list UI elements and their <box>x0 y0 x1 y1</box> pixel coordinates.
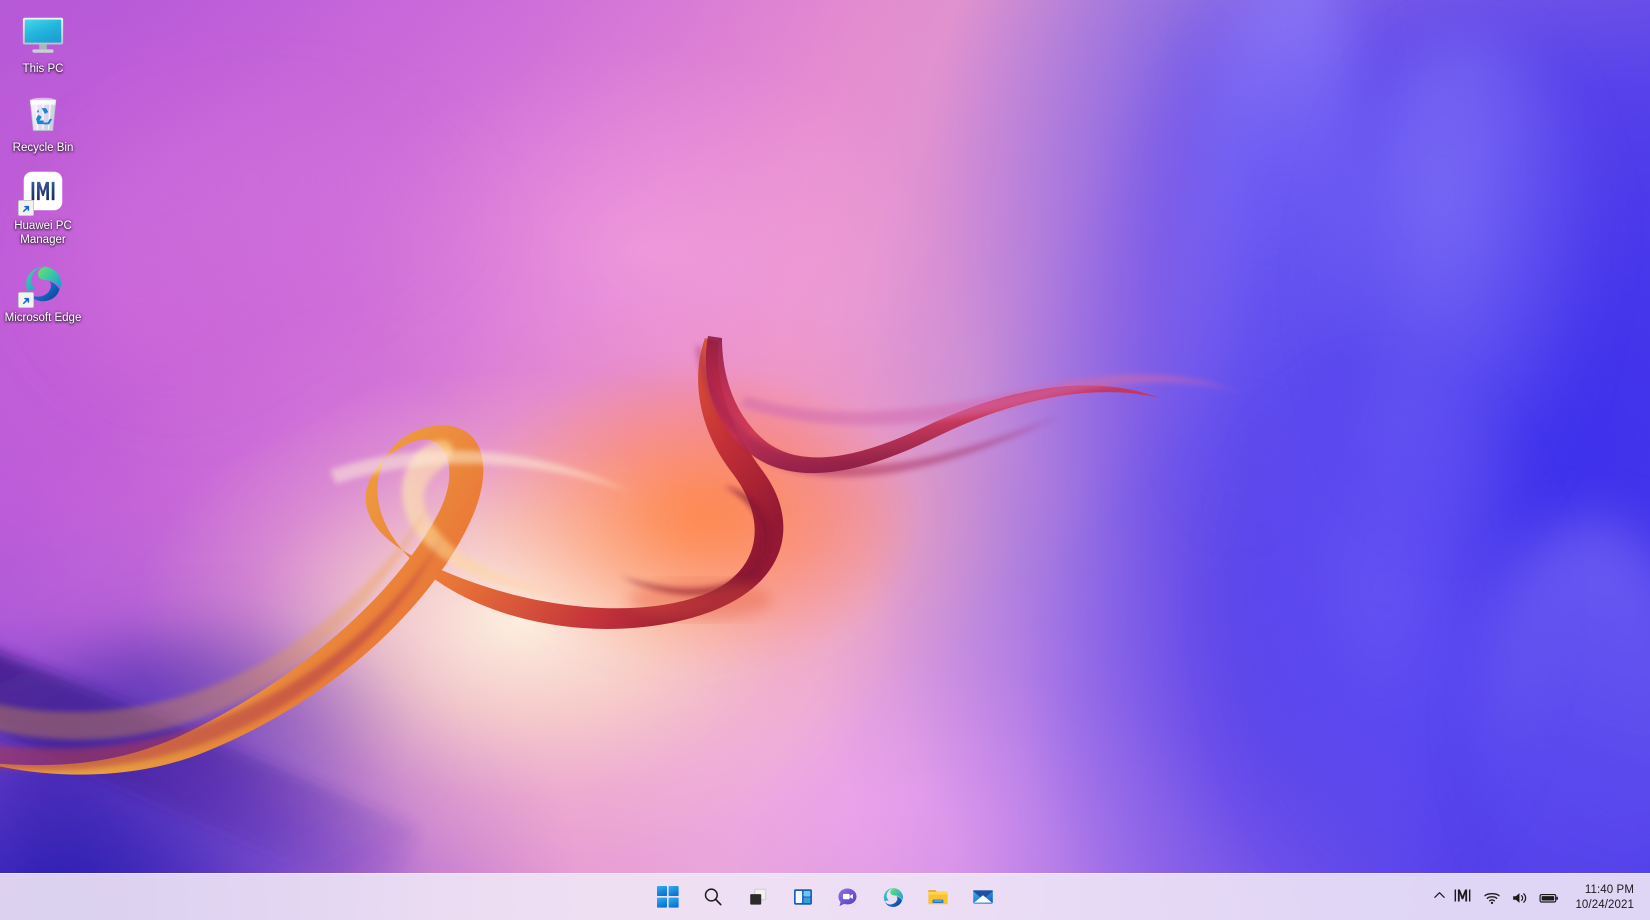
monitor-icon <box>19 10 67 58</box>
desktop-icon-this-pc[interactable]: This PC <box>0 4 86 83</box>
desktop-icon-label: Microsoft Edge <box>1 312 85 326</box>
recycle-bin-icon <box>19 89 67 137</box>
huawei-pc-manager-icon <box>19 167 67 215</box>
taskbar-search-button[interactable] <box>693 877 733 917</box>
taskbar-widgets-button[interactable] <box>783 877 823 917</box>
tray-huawei-pc-manager-icon[interactable] <box>1450 878 1475 918</box>
widgets-icon <box>792 886 814 908</box>
taskbar-edge-button[interactable] <box>873 877 913 917</box>
taskbar-center-group <box>0 874 1650 920</box>
taskbar-chat-button[interactable] <box>828 877 868 917</box>
shortcut-arrow-icon <box>18 292 34 308</box>
desktop-icon-recycle-bin[interactable]: Recycle Bin <box>0 83 86 162</box>
chat-icon <box>836 886 859 909</box>
taskbar-file-explorer-button[interactable] <box>918 877 958 917</box>
taskbar-clock[interactable]: 11:40 PM 10/24/2021 <box>1567 878 1644 918</box>
task-view-icon <box>747 886 769 908</box>
tray-show-hidden-icons-button[interactable] <box>1429 878 1450 918</box>
desktop-icon-huawei-pc-manager[interactable]: Huawei PC Manager <box>0 161 86 253</box>
battery-icon[interactable] <box>1535 878 1563 918</box>
taskbar-task-view-button[interactable] <box>738 877 778 917</box>
folder-icon <box>926 885 950 909</box>
desktop-icon-label: Huawei PC Manager <box>1 220 85 247</box>
desktop-icon-label: This PC <box>1 63 85 77</box>
tray-quick-settings-group[interactable] <box>1475 878 1567 918</box>
taskbar-mail-button[interactable] <box>963 877 1003 917</box>
search-icon <box>702 886 724 908</box>
desktop-icon-label: Recycle Bin <box>1 142 85 156</box>
chevron-up-icon <box>1433 889 1446 907</box>
mail-icon <box>971 885 995 909</box>
taskbar-start-button[interactable] <box>648 877 688 917</box>
taskbar[interactable]: 11:40 PM 10/24/2021 <box>0 873 1650 920</box>
clock-date: 10/24/2021 <box>1575 898 1634 913</box>
desktop-wallpaper <box>0 0 1650 920</box>
microsoft-edge-icon <box>19 259 67 307</box>
speaker-icon[interactable] <box>1507 878 1533 918</box>
taskbar-system-tray: 11:40 PM 10/24/2021 <box>1429 874 1650 920</box>
huawei-m-icon <box>1454 888 1471 908</box>
windows-logo-icon <box>657 886 679 908</box>
desktop[interactable]: This PC <box>0 0 1650 920</box>
clock-time: 11:40 PM <box>1585 883 1634 898</box>
desktop-icon-microsoft-edge[interactable]: Microsoft Edge <box>0 253 86 332</box>
shortcut-arrow-icon <box>18 200 34 216</box>
wifi-icon[interactable] <box>1479 878 1505 918</box>
desktop-icon-layer: This PC <box>0 0 90 332</box>
microsoft-edge-icon <box>881 885 905 909</box>
